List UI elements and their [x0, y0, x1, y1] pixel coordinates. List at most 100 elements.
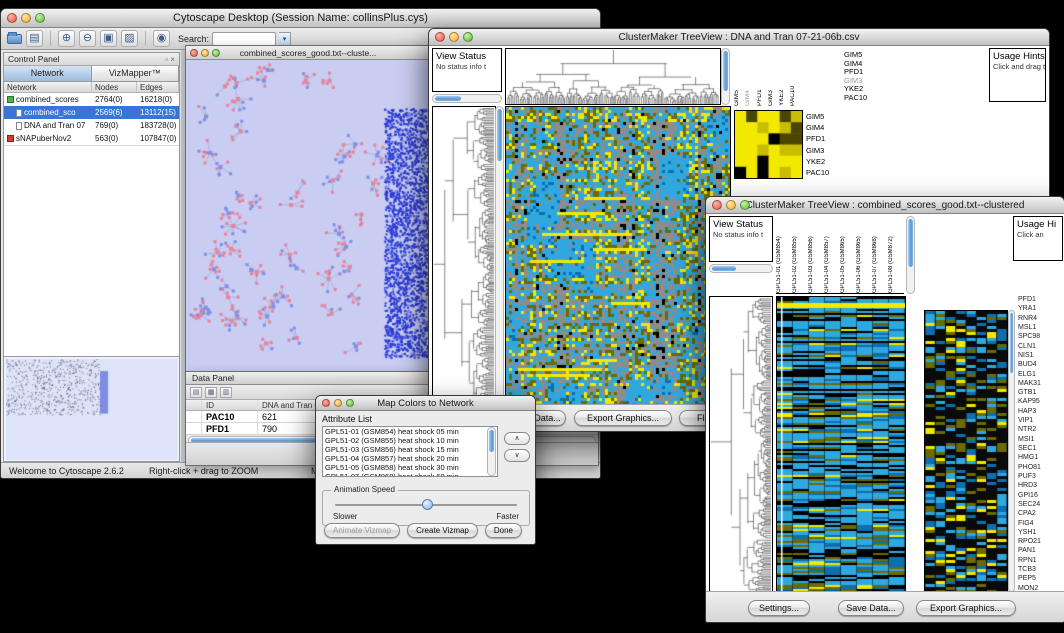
minimize-button[interactable]: [21, 13, 31, 23]
zoom-button[interactable]: [740, 200, 750, 210]
matrix-row-label[interactable]: GIM3: [806, 145, 852, 156]
minimize-button[interactable]: [201, 49, 209, 57]
treeview1-titlebar[interactable]: ClusterMaker TreeView : DNA and Tran 07-…: [429, 29, 1049, 46]
search-dropdown-icon[interactable]: ▾: [279, 32, 291, 46]
gene-label[interactable]: CLN1: [1018, 343, 1064, 350]
gene-label[interactable]: MSI1: [1018, 436, 1064, 443]
network-overview-canvas[interactable]: [6, 359, 177, 460]
gene-label[interactable]: RPO21: [1018, 538, 1064, 545]
gene-label[interactable]: YRA1: [1018, 305, 1064, 312]
scroll-thumb[interactable]: [489, 430, 494, 452]
zoom-button[interactable]: [35, 13, 45, 23]
attribute-list-item[interactable]: GPL51-04 (GSM857) heat shock 20 min: [323, 454, 497, 463]
column-label[interactable]: GPL51-04 (GSM857): [824, 216, 840, 293]
network-row[interactable]: DNA and Tran 07 769(0) 183728(0): [4, 119, 179, 132]
zoom-column-label[interactable]: GIM3: [768, 48, 779, 106]
row-vscrollbar[interactable]: [495, 106, 504, 406]
zoom-column-label[interactable]: YKE2: [779, 48, 790, 106]
gene-label[interactable]: ELG1: [1018, 371, 1064, 378]
attribute-select-icon[interactable]: ▤: [190, 387, 202, 398]
gene-label[interactable]: SPC98: [1018, 333, 1064, 340]
zoom-column-label[interactable]: PAC10: [790, 48, 801, 106]
col-nodes[interactable]: Nodes: [92, 82, 137, 92]
heatmap-canvas[interactable]: [505, 106, 731, 408]
zoom-region-icon[interactable]: ▨: [121, 30, 138, 47]
attribute-delete-icon[interactable]: ▥: [220, 387, 232, 398]
zoom-heatmap-canvas[interactable]: [924, 310, 1008, 594]
column-label[interactable]: GPL51-08 (GSM872): [888, 216, 904, 293]
zoom-vscrollbar[interactable]: [1008, 310, 1015, 592]
dialog-button[interactable]: Create Vizmap: [407, 523, 478, 538]
move-up-button[interactable]: ∧: [504, 432, 530, 445]
network-row[interactable]: sNAPuberNov2 563(0) 107847(0): [4, 132, 179, 145]
column-label[interactable]: GPL51-03 (GSM856): [808, 216, 824, 293]
float-panel-icon[interactable]: ▫: [165, 55, 168, 64]
export-graphics-button[interactable]: Export Graphics...: [916, 600, 1016, 616]
save-data-button[interactable]: Save Data...: [838, 600, 904, 616]
gene-label[interactable]: MAK31: [1018, 380, 1064, 387]
gene-label[interactable]: PAN1: [1018, 547, 1064, 554]
scroll-thumb[interactable]: [1010, 313, 1013, 373]
gene-label[interactable]: RNR4: [1018, 315, 1064, 322]
zoom-button[interactable]: [346, 399, 354, 407]
zoom-button[interactable]: [212, 49, 220, 57]
matrix-row-label[interactable]: PAC10: [806, 167, 852, 178]
zoom-button[interactable]: [463, 32, 473, 42]
gene-label[interactable]: NTR2: [1018, 426, 1064, 433]
settings-button[interactable]: Settings...: [748, 600, 810, 616]
close-button[interactable]: [712, 200, 722, 210]
gene-label[interactable]: PUF3: [1018, 473, 1064, 480]
dialog-button[interactable]: Done: [485, 523, 522, 538]
scroll-thumb[interactable]: [712, 266, 736, 271]
gene-label[interactable]: SEC1: [1018, 445, 1064, 452]
attribute-list-item[interactable]: GPL51-07 (GSM868) heat shock 60 min: [323, 472, 497, 477]
attribute-list-item[interactable]: GPL51-05 (GSM858) heat shock 30 min: [323, 463, 497, 472]
open-session-icon[interactable]: [7, 34, 22, 44]
treeview1-hscrollbar[interactable]: [432, 94, 502, 103]
gene-label[interactable]: MSL1: [1018, 324, 1064, 331]
close-button[interactable]: [190, 49, 198, 57]
animation-speed-slider[interactable]: [335, 504, 517, 506]
close-button[interactable]: [322, 399, 330, 407]
slider-thumb[interactable]: [422, 499, 433, 510]
attribute-list[interactable]: GPL51-01 (GSM854) heat shock 05 min GPL51…: [322, 426, 498, 477]
zoom-column-label[interactable]: GIM4: [745, 48, 756, 106]
column-label[interactable]: GPL51-05 (GSM865): [840, 216, 856, 293]
close-button[interactable]: [7, 13, 17, 23]
scroll-thumb[interactable]: [908, 219, 913, 267]
column-label[interactable]: GPL51-07 (GSM868): [872, 216, 888, 293]
close-panel-icon[interactable]: ×: [170, 55, 175, 64]
gene-label[interactable]: FIG4: [1018, 520, 1064, 527]
network-row[interactable]: combined_scores 2764(0) 16218(0): [4, 93, 179, 106]
gene-label[interactable]: PFD1: [1018, 296, 1064, 303]
treeview2-hscrollbar[interactable]: [709, 264, 773, 273]
minimize-button[interactable]: [726, 200, 736, 210]
treeview2-titlebar[interactable]: ClusterMaker TreeView : combined_scores_…: [706, 197, 1064, 214]
gene-label[interactable]: VIP1: [1018, 417, 1064, 424]
gene-label[interactable]: TCB3: [1018, 566, 1064, 573]
col-network[interactable]: Network: [4, 82, 92, 92]
gene-label[interactable]: RPN1: [1018, 557, 1064, 564]
gene-label[interactable]: HRD3: [1018, 482, 1064, 489]
gene-label[interactable]: GPI16: [1018, 492, 1064, 499]
attribute-list-item[interactable]: GPL51-01 (GSM854) heat shock 05 min: [323, 427, 497, 436]
matrix-row-label[interactable]: YKE2: [806, 156, 852, 167]
matrix-row-label[interactable]: GIM5: [806, 111, 852, 122]
gene-label[interactable]: YSH1: [1018, 529, 1064, 536]
zoom-out-icon[interactable]: ⊖: [79, 30, 96, 47]
attribute-create-icon[interactable]: ▦: [205, 387, 217, 398]
control-panel-tab[interactable]: VizMapper™: [92, 66, 180, 81]
row-dendrogram-canvas[interactable]: [709, 296, 773, 594]
gene-label[interactable]: BUD4: [1018, 361, 1064, 368]
dendrogram-vscrollbar[interactable]: [721, 48, 730, 105]
dialog-button[interactable]: Animate Vizmap: [324, 523, 400, 538]
zoom-column-label[interactable]: GIM5: [734, 48, 745, 106]
minimize-button[interactable]: [334, 399, 342, 407]
gene-label[interactable]: KAP95: [1018, 398, 1064, 405]
search-input[interactable]: [212, 32, 276, 46]
column-label[interactable]: GPL51-02 (GSM855): [792, 216, 808, 293]
move-down-button[interactable]: ∨: [504, 449, 530, 462]
close-button[interactable]: [435, 32, 445, 42]
col-id[interactable]: ID: [202, 400, 258, 410]
matrix-row-label[interactable]: PFD1: [806, 133, 852, 144]
